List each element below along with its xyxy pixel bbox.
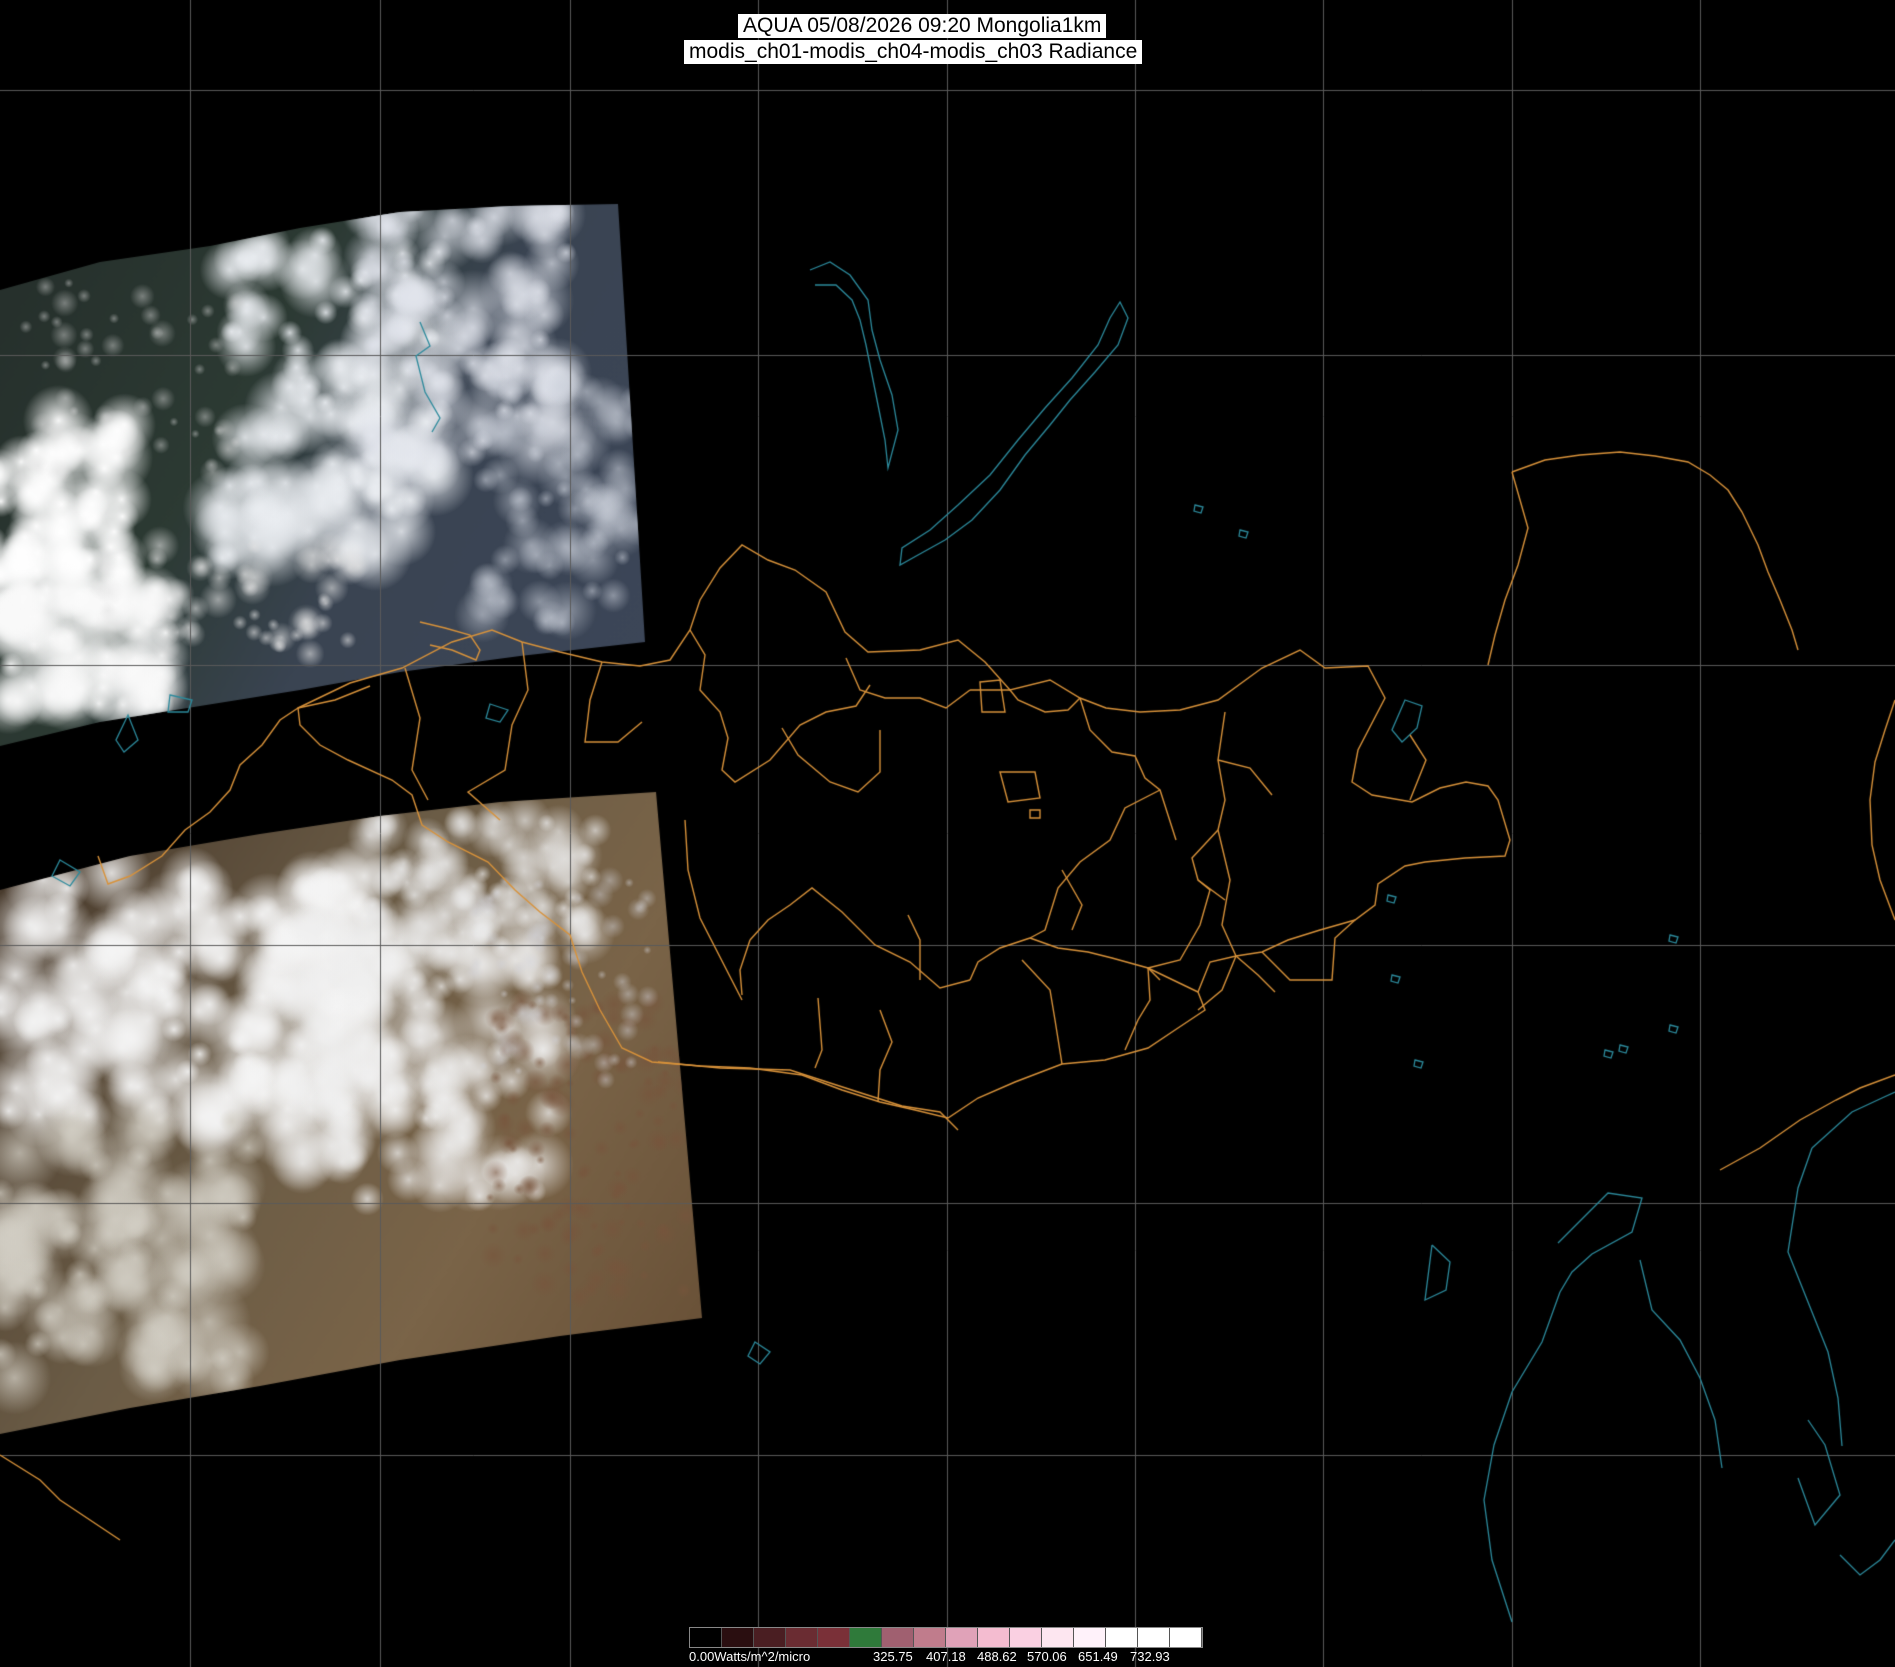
colorbar-swatch [818, 1628, 850, 1647]
colorbar-tick-label: 0.00Watts/m^2/micro [689, 1649, 811, 1664]
colorbar-swatch [1106, 1628, 1138, 1647]
colorbar-tick-label: 325.75 [873, 1649, 913, 1664]
colorbar-tick-label: 570.06 [1027, 1649, 1067, 1664]
colorbar-labels: 0.00Watts/m^2/micro 325.75 407.18 488.62… [689, 1649, 1203, 1665]
map-title-line-1: AQUA 05/08/2026 09:20 Mongolia1km [738, 14, 1107, 38]
colorbar-swatch [978, 1628, 1010, 1647]
colorbar-swatch [914, 1628, 946, 1647]
colorbar-swatch [946, 1628, 978, 1647]
colorbar-swatch [754, 1628, 786, 1647]
colorbar-swatch [1074, 1628, 1106, 1647]
colorbar-swatch [1138, 1628, 1170, 1647]
colorbar-swatches [689, 1627, 1203, 1648]
colorbar-swatch [850, 1628, 882, 1647]
colorbar-swatch [786, 1628, 818, 1647]
colorbar-swatch [882, 1628, 914, 1647]
satellite-map [0, 0, 1895, 1667]
colorbar-tick-label: 651.49 [1078, 1649, 1118, 1664]
colorbar-swatch [1010, 1628, 1042, 1647]
colorbar-swatch [690, 1628, 722, 1647]
colorbar-tick-label: 732.93 [1130, 1649, 1170, 1664]
colorbar-tick-label: 488.62 [977, 1649, 1017, 1664]
colorbar-swatch [1042, 1628, 1074, 1647]
colorbar-swatch [722, 1628, 754, 1647]
colorbar-swatch [1170, 1628, 1202, 1647]
colorbar-tick-label: 407.18 [926, 1649, 966, 1664]
map-title-line-2: modis_ch01-modis_ch04-modis_ch03 Radianc… [684, 40, 1143, 64]
radiance-colorbar: 0.00Watts/m^2/micro 325.75 407.18 488.62… [689, 1627, 1203, 1667]
